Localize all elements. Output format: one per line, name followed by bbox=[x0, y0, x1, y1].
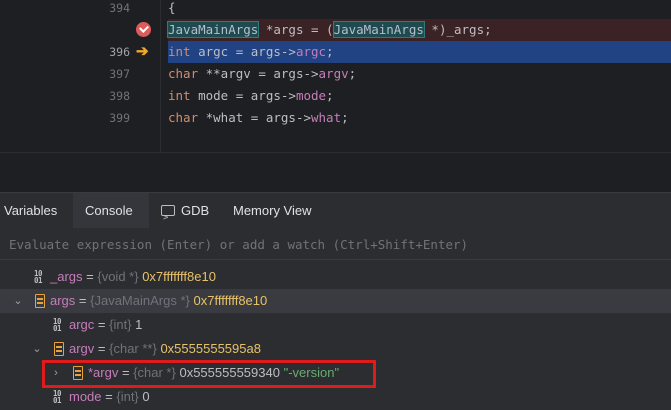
code-text: char **argv = args->argv; bbox=[168, 66, 357, 81]
variable-text: argc = {int} 1 bbox=[69, 317, 143, 332]
struct-icon bbox=[35, 294, 45, 308]
breakpoint-gutter[interactable] bbox=[136, 22, 152, 38]
debug-tab-bar: Variables Console GDB Memory View bbox=[0, 192, 671, 236]
binary-icon: 10 01 bbox=[53, 389, 62, 405]
code-text: int argc = args->argc; bbox=[168, 44, 334, 59]
code-text: JavaMainArgs *args = (JavaMainArgs *)_ar… bbox=[166, 21, 492, 38]
tab-console[interactable]: Console bbox=[73, 193, 149, 230]
line-number: 394 bbox=[109, 1, 130, 15]
line-number: 397 bbox=[109, 67, 130, 81]
code-line-399[interactable]: 399 char *what = args->what; bbox=[0, 107, 671, 129]
tab-label: Memory View bbox=[233, 203, 312, 218]
variable-row-mode[interactable]: 10 01 mode = {int} 0 bbox=[0, 385, 671, 409]
binary-icon: 10 01 bbox=[34, 269, 43, 285]
chevron-down-icon[interactable]: ⌄ bbox=[11, 289, 25, 313]
code-line-394[interactable]: 394 { bbox=[0, 0, 671, 19]
tab-memory-view[interactable]: Memory View bbox=[229, 193, 329, 229]
breakpoint-check-icon[interactable] bbox=[136, 22, 151, 37]
chevron-right-icon[interactable]: › bbox=[49, 361, 63, 385]
variable-row-deref-argv[interactable]: › *argv = {char *} 0x555555559340 "-vers… bbox=[0, 361, 671, 385]
variable-row-argc[interactable]: 10 01 argc = {int} 1 bbox=[0, 313, 671, 337]
variable-text: *argv = {char *} 0x555555559340 "-versio… bbox=[88, 365, 340, 380]
struct-icon bbox=[73, 366, 83, 380]
variable-text: argv = {char **} 0x5555555595a8 bbox=[69, 341, 261, 356]
variable-row-args[interactable]: ⌄ args = {JavaMainArgs *} 0x7fffffff8e10 bbox=[0, 289, 671, 313]
variable-row-argv[interactable]: ⌄ argv = {char **} 0x5555555595a8 bbox=[0, 337, 671, 361]
tab-label: Console bbox=[85, 203, 133, 218]
tab-gdb[interactable]: GDB bbox=[155, 193, 221, 236]
code-line-396[interactable]: 396 ➔ int argc = args->argc; bbox=[0, 41, 671, 63]
code-text: char *what = args->what; bbox=[168, 110, 349, 125]
code-editor[interactable]: 394 { JavaMainArgs *args = (JavaMainArgs… bbox=[0, 0, 671, 152]
line-number: 396 bbox=[109, 45, 130, 59]
variables-tree[interactable]: 10 01 _args = {void *} 0x7fffffff8e10 ⌄ a… bbox=[0, 260, 671, 410]
line-number: 399 bbox=[109, 111, 130, 125]
code-line-398[interactable]: 398 int mode = args->mode; bbox=[0, 85, 671, 107]
exec-gutter: ➔ bbox=[136, 44, 152, 60]
variable-row-_args[interactable]: 10 01 _args = {void *} 0x7fffffff8e10 bbox=[0, 265, 671, 289]
code-line-397[interactable]: 397 char **argv = args->argv; bbox=[0, 63, 671, 85]
execution-arrow-icon: ➔ bbox=[136, 43, 149, 60]
code-text: int mode = args->mode; bbox=[168, 88, 334, 103]
tab-variables[interactable]: Variables bbox=[0, 193, 69, 229]
evaluate-expression-bar bbox=[0, 228, 671, 260]
panel-splitter[interactable] bbox=[0, 152, 671, 192]
terminal-icon bbox=[161, 201, 175, 236]
struct-icon bbox=[54, 342, 64, 356]
binary-icon: 10 01 bbox=[53, 317, 62, 333]
code-text: { bbox=[168, 0, 176, 15]
tab-label: GDB bbox=[181, 203, 210, 218]
tab-label: Variables bbox=[4, 203, 58, 218]
variable-text: args = {JavaMainArgs *} 0x7fffffff8e10 bbox=[50, 293, 268, 308]
evaluate-expression-input[interactable] bbox=[0, 228, 671, 260]
chevron-down-icon[interactable]: ⌄ bbox=[30, 337, 44, 361]
line-number: 398 bbox=[109, 89, 130, 103]
variable-text: _args = {void *} 0x7fffffff8e10 bbox=[50, 269, 216, 284]
code-line-395[interactable]: JavaMainArgs *args = (JavaMainArgs *)_ar… bbox=[0, 19, 671, 41]
variable-text: mode = {int} 0 bbox=[69, 389, 150, 404]
